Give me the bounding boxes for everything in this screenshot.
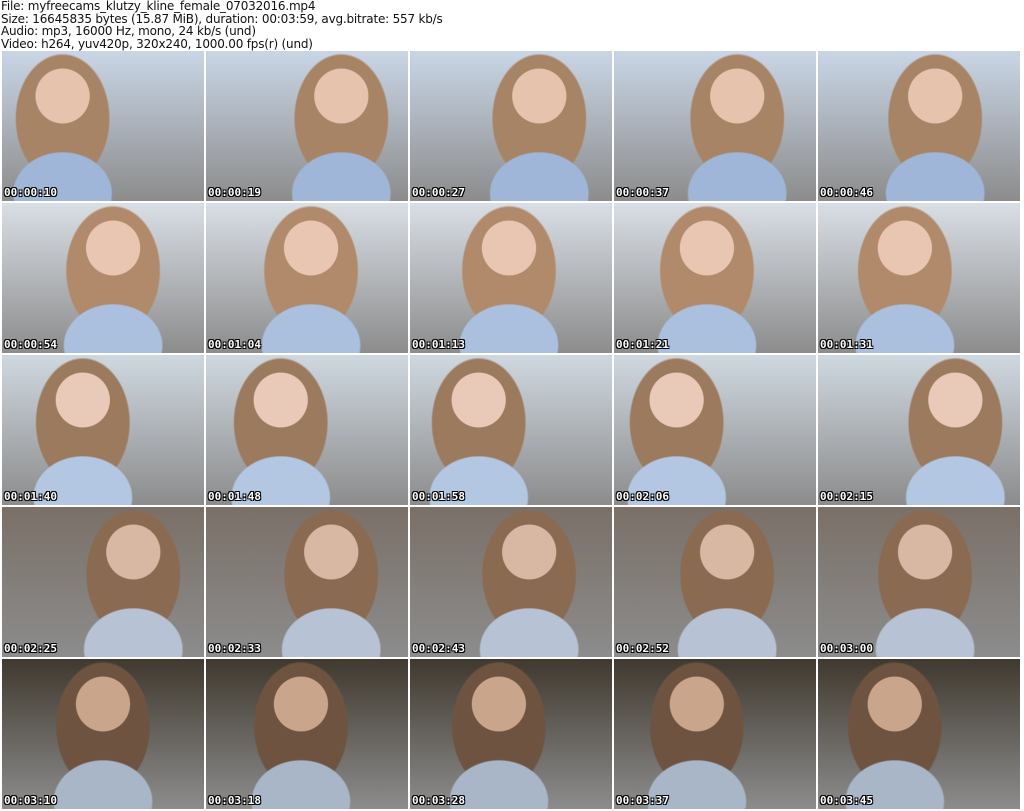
timestamp: 00:02:43 [412,642,465,655]
timestamp: 00:01:40 [4,490,57,503]
thumbnail: 00:00:54 [2,203,204,353]
thumbnail: 00:02:52 [614,507,816,657]
timestamp: 00:02:15 [820,490,873,503]
thumbnail: 00:00:46 [818,51,1020,201]
video-frame [2,507,204,657]
thumbnail: 00:02:15 [818,355,1020,505]
timestamp: 00:01:04 [208,338,261,351]
thumbnail: 00:01:40 [2,355,204,505]
video-frame [206,507,408,657]
timestamp: 00:01:31 [820,338,873,351]
audio-info: Audio: mp3, 16000 Hz, mono, 24 kb/s (und… [1,24,256,38]
video-info: Video: h264, yuv420p, 320x240, 1000.00 f… [1,36,313,51]
timestamp: 00:01:13 [412,338,465,351]
thumbnail: 00:03:28 [410,659,612,809]
timestamp: 00:01:48 [208,490,261,503]
thumbnail: 00:01:48 [206,355,408,505]
video-frame [2,659,204,809]
timestamp: 00:01:21 [616,338,669,351]
file-info-header: File: myfreecams_klutzy_kline_female_070… [1,0,443,50]
file-name: File: myfreecams_klutzy_kline_female_070… [1,0,316,13]
timestamp: 00:01:58 [412,490,465,503]
timestamp: 00:03:10 [4,794,57,807]
video-frame [818,203,1020,353]
timestamp: 00:00:54 [4,338,57,351]
thumbnail: 00:01:13 [410,203,612,353]
video-frame [614,355,816,505]
video-frame [818,51,1020,201]
video-frame [410,507,612,657]
timestamp: 00:00:46 [820,186,873,199]
timestamp: 00:03:37 [616,794,669,807]
video-frame [206,659,408,809]
thumbnail: 00:00:19 [206,51,408,201]
video-frame [410,355,612,505]
timestamp: 00:03:45 [820,794,873,807]
thumbnail: 00:03:37 [614,659,816,809]
video-frame [2,51,204,201]
timestamp: 00:00:10 [4,186,57,199]
timestamp: 00:02:33 [208,642,261,655]
thumbnail: 00:03:18 [206,659,408,809]
video-frame [818,507,1020,657]
video-frame [614,507,816,657]
video-frame [818,355,1020,505]
thumbnail: 00:01:31 [818,203,1020,353]
timestamp: 00:02:06 [616,490,669,503]
video-frame [818,659,1020,809]
video-frame [2,203,204,353]
thumbnail: 00:02:06 [614,355,816,505]
video-frame [614,659,816,809]
timestamp: 00:00:19 [208,186,261,199]
video-frame [614,203,816,353]
thumbnail: 00:03:45 [818,659,1020,809]
video-frame [206,355,408,505]
timestamp: 00:02:25 [4,642,57,655]
thumbnail-grid: 00:00:10 00:00:19 00:00:27 00:00:37 00:00:46… [2,51,1020,809]
timestamp: 00:00:37 [616,186,669,199]
video-frame [614,51,816,201]
thumbnail: 00:02:43 [410,507,612,657]
video-frame [206,51,408,201]
timestamp: 00:00:27 [412,186,465,199]
video-frame [410,51,612,201]
thumbnail: 00:01:58 [410,355,612,505]
video-frame [410,203,612,353]
video-frame [206,203,408,353]
thumbnail: 00:03:10 [2,659,204,809]
thumbnail: 00:02:25 [2,507,204,657]
thumbnail: 00:00:37 [614,51,816,201]
video-frame [2,355,204,505]
video-frame [410,659,612,809]
timestamp: 00:02:52 [616,642,669,655]
timestamp: 00:03:00 [820,642,873,655]
thumbnail: 00:00:10 [2,51,204,201]
thumbnail: 00:01:21 [614,203,816,353]
thumbnail: 00:02:33 [206,507,408,657]
timestamp: 00:03:18 [208,794,261,807]
thumbnail: 00:01:04 [206,203,408,353]
thumbnail: 00:03:00 [818,507,1020,657]
thumbnail: 00:00:27 [410,51,612,201]
timestamp: 00:03:28 [412,794,465,807]
